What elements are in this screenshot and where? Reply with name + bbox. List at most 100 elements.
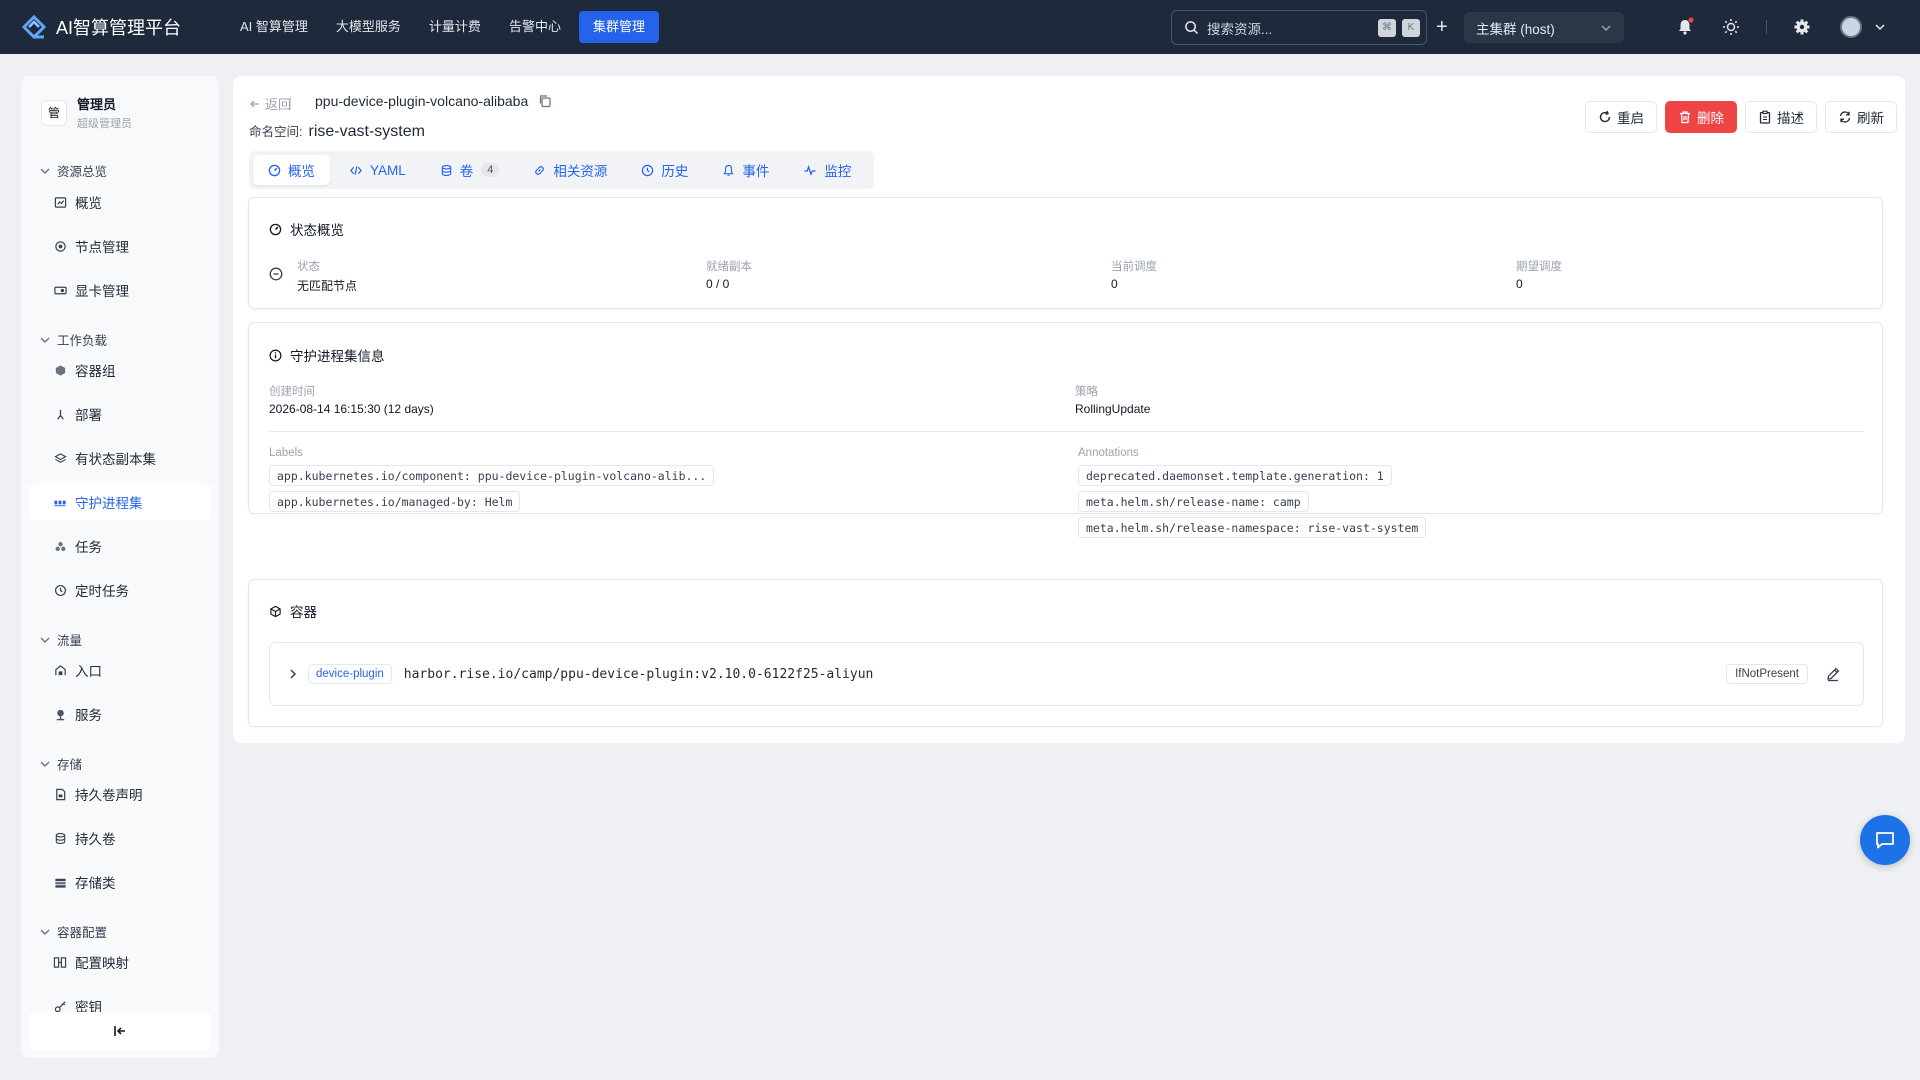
container-name-badge: device-plugin: [308, 664, 392, 684]
gpu-icon: [53, 283, 67, 297]
action-bar: 重启 删除 描述 刷新: [1585, 101, 1905, 133]
pvc-icon: [53, 787, 67, 801]
describe-button[interactable]: 描述: [1745, 101, 1817, 133]
sidebar-item-label: 持久卷: [75, 832, 116, 847]
sidebar-item-cronjobs[interactable]: 定时任务: [29, 571, 211, 609]
group-container-config[interactable]: 容器配置: [39, 922, 107, 941]
sidebar-item-storageclass[interactable]: 存储类: [29, 863, 211, 901]
tab-volumes[interactable]: 卷 4: [425, 155, 515, 185]
activity-icon: [804, 164, 816, 176]
main-content: 返回 ppu-device-plugin-volcano-alibaba 命名空…: [233, 76, 1905, 743]
sidebar-item-pv[interactable]: 持久卷: [29, 819, 211, 857]
chat-icon: [1876, 832, 1894, 849]
sidebar-item-label: 入口: [75, 664, 102, 679]
key-icon: [53, 999, 67, 1013]
restart-button[interactable]: 重启: [1585, 101, 1657, 133]
desired-scheduled-label: 期望调度: [1516, 261, 1562, 273]
group-label: 存储: [57, 758, 83, 772]
sidebar-item-gpu[interactable]: 显卡管理: [29, 271, 211, 309]
minus-circle-icon: [269, 267, 283, 281]
detail-tabs: 概览 YAML 卷 4 相关资源 历史 事件 监控: [249, 151, 875, 189]
tab-overview[interactable]: 概览: [253, 155, 330, 185]
tab-related-resources[interactable]: 相关资源: [518, 155, 622, 185]
labels-list: app.kubernetes.io/component: ppu-device-…: [269, 465, 715, 512]
nav-cluster-management[interactable]: 集群管理: [578, 11, 659, 43]
search-box[interactable]: 搜索资源... ⌘ K: [1171, 10, 1427, 45]
namespace-value: rise-vast-system: [308, 123, 425, 140]
collapse-left-icon: [114, 1026, 125, 1036]
chevron-down-icon[interactable]: [1874, 21, 1886, 33]
sidebar-item-label: 部署: [75, 408, 102, 423]
sidebar-item-pods[interactable]: 容器组: [29, 351, 211, 389]
sun-icon[interactable]: [1721, 17, 1741, 37]
container-image: harbor.rise.io/camp/ppu-device-plugin:v2…: [403, 666, 874, 682]
app-title: AI智算管理平台: [56, 18, 182, 38]
chevron-down-icon: [1601, 24, 1611, 31]
sidebar-item-label: 存储类: [75, 876, 116, 891]
configmap-icon: [53, 955, 67, 969]
sidebar-item-services[interactable]: 服务: [29, 695, 211, 733]
group-label: 资源总览: [57, 165, 108, 179]
user-avatar[interactable]: [1840, 16, 1862, 38]
sidebar-item-ingress[interactable]: 入口: [29, 651, 211, 689]
user-role: 超级管理员: [77, 118, 132, 130]
group-storage[interactable]: 存储: [39, 754, 82, 773]
pod-icon: [53, 363, 67, 377]
status-value: 无匹配节点: [297, 279, 358, 293]
tab-monitoring[interactable]: 监控: [788, 155, 866, 185]
sidebar-item-label: 容器组: [75, 364, 116, 379]
sidebar-item-daemonsets[interactable]: 守护进程集: [29, 483, 211, 521]
group-workloads[interactable]: 工作负载: [39, 330, 107, 349]
created-label: 创建时间: [269, 386, 315, 398]
user-profile[interactable]: 管 管理员 超级管理员: [21, 76, 219, 131]
sidebar-item-statefulsets[interactable]: 有状态副本集: [29, 439, 211, 477]
gear-icon[interactable]: [1792, 17, 1812, 37]
sidebar-item-configmaps[interactable]: 配置映射: [29, 943, 211, 981]
nav-billing[interactable]: 计量计费: [415, 11, 495, 43]
sidebar-item-label: 服务: [75, 708, 102, 723]
chat-button[interactable]: [1860, 815, 1910, 865]
nav-alert-center[interactable]: 告警中心: [495, 11, 575, 43]
search-icon: [1185, 21, 1199, 35]
pencil-icon[interactable]: [1825, 666, 1841, 682]
sidebar-item-jobs[interactable]: 任务: [29, 527, 211, 565]
sidebar-item-pvc[interactable]: 持久卷声明: [29, 775, 211, 813]
job-icon: [53, 539, 67, 553]
tab-events[interactable]: 事件: [707, 155, 784, 185]
tab-yaml[interactable]: YAML: [334, 155, 421, 185]
annotation-tag: meta.helm.sh/release-namespace: rise-vas…: [1078, 517, 1427, 538]
annotations-title: Annotations: [1078, 447, 1139, 459]
bell-icon[interactable]: [1675, 17, 1695, 37]
copy-icon[interactable]: [538, 94, 552, 108]
cluster-select[interactable]: 主集群 (host): [1464, 12, 1624, 43]
deploy-icon: [53, 407, 67, 421]
desired-scheduled-value: 0: [1516, 277, 1523, 291]
trash-icon: [1680, 111, 1690, 124]
logo-icon: [21, 14, 47, 40]
tab-history[interactable]: 历史: [626, 155, 703, 185]
container-row[interactable]: device-plugin harbor.rise.io/camp/ppu-de…: [269, 642, 1864, 706]
layers-icon: [53, 451, 67, 465]
chevron-right-icon[interactable]: [288, 668, 298, 680]
nav-ai-compute[interactable]: AI 智算管理: [226, 11, 322, 43]
group-traffic[interactable]: 流量: [39, 630, 82, 649]
sidebar-item-overview[interactable]: 概览: [29, 183, 211, 221]
refresh-button[interactable]: 刷新: [1825, 101, 1897, 133]
label-tag: app.kubernetes.io/component: ppu-device-…: [269, 465, 715, 486]
current-scheduled-label: 当前调度: [1111, 261, 1157, 273]
nav-llm-service[interactable]: 大模型服务: [322, 11, 415, 43]
search-input[interactable]: 搜索资源...: [1207, 18, 1378, 38]
resource-name: ppu-device-plugin-volcano-alibaba: [315, 93, 529, 109]
annotations-list: deprecated.daemonset.template.generation…: [1078, 465, 1427, 538]
group-resource-overview[interactable]: 资源总览: [39, 161, 107, 180]
annotation-tag: deprecated.daemonset.template.generation…: [1078, 465, 1392, 486]
refresh-icon: [1839, 111, 1851, 123]
delete-button[interactable]: 删除: [1665, 101, 1737, 133]
sidebar-item-deployments[interactable]: 部署: [29, 395, 211, 433]
back-link[interactable]: 返回: [249, 94, 291, 113]
brand[interactable]: AI智算管理平台: [20, 13, 200, 41]
add-icon[interactable]: +: [1436, 15, 1448, 39]
collapse-sidebar-button[interactable]: [29, 1012, 211, 1050]
chevron-down-icon: [40, 337, 50, 343]
sidebar-item-nodes[interactable]: 节点管理: [29, 227, 211, 265]
